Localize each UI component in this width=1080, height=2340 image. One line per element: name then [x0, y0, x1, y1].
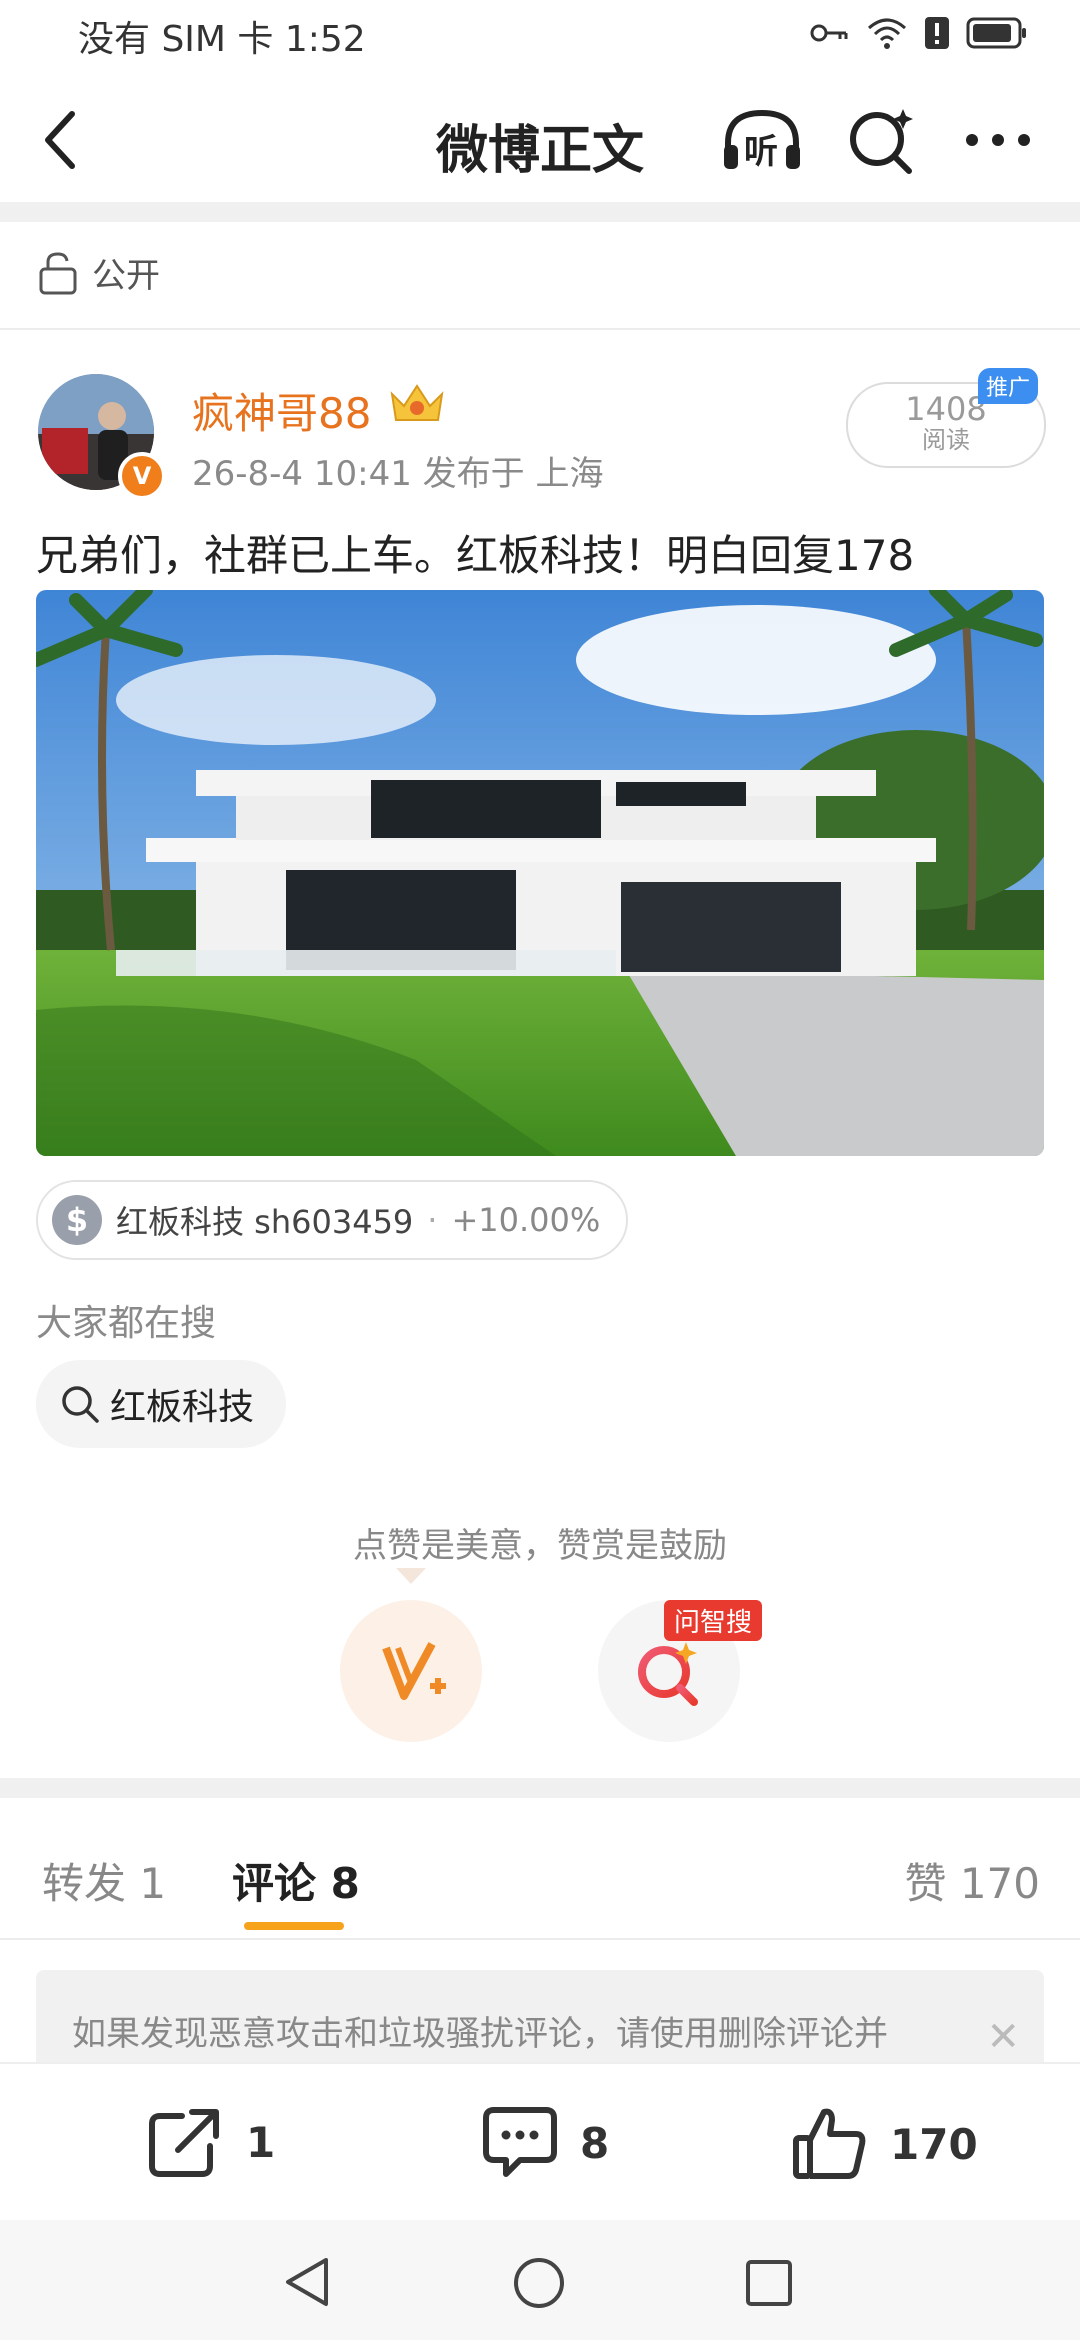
ai-search-button[interactable]	[842, 100, 922, 180]
ai-search-tag: 问智搜	[664, 1600, 763, 1641]
close-icon[interactable]: ✕	[986, 2014, 1020, 2060]
divider	[0, 328, 1080, 330]
stock-change: +10.00%	[451, 1201, 601, 1239]
search-sparkle-icon	[850, 109, 913, 174]
promo-tag: 推广	[978, 368, 1039, 404]
stock-name: 红板科技 sh603459	[116, 1203, 414, 1241]
tab-like[interactable]: 赞 170	[904, 1850, 1040, 1911]
comment-count: 8	[580, 2118, 610, 2168]
reward-button[interactable]	[340, 1600, 482, 1742]
comment-notice: 如果发现恶意攻击和垃圾骚扰评论，请使用删除评论并 ✕	[36, 1970, 1044, 2070]
tab-comment[interactable]: 评论 8	[232, 1850, 360, 1911]
repost-button[interactable]: 1	[148, 2106, 275, 2178]
reward-v-plus-icon	[382, 1642, 446, 1700]
verified-badge: V	[118, 452, 166, 500]
wifi-icon	[868, 18, 906, 49]
status-bar: 没有 SIM 卡 1:52	[0, 0, 1080, 72]
stock-separator: ·	[427, 1201, 438, 1239]
repost-count: 1	[246, 2117, 276, 2167]
nav-recents-icon[interactable]	[744, 2258, 794, 2308]
top-nav: 微博正文 听	[0, 80, 1080, 200]
like-count: 170	[890, 2119, 978, 2169]
more-dots-icon	[966, 134, 1030, 146]
unlock-icon	[39, 251, 77, 294]
post-meta: 26-8-4 10:41 发布于 上海	[192, 454, 604, 494]
trending-query-chip[interactable]: 红板科技	[36, 1360, 287, 1448]
stock-chip[interactable]: $ 红板科技 sh603459 · +10.00%	[36, 1180, 629, 1260]
read-label: 阅读	[922, 426, 970, 454]
post-text: 兄弟们，社群已上车。红板科技！明白回复178	[36, 531, 915, 580]
divider	[0, 1938, 1080, 1940]
system-nav-bar	[0, 2220, 1080, 2340]
hint-pointer-icon	[396, 1568, 426, 1584]
vip-crown-icon	[390, 384, 444, 421]
house-photo	[36, 590, 1044, 1156]
active-tab-indicator	[244, 1922, 344, 1930]
more-button[interactable]	[958, 100, 1038, 180]
key-icon	[810, 24, 848, 42]
notice-text: 如果发现恶意攻击和垃圾骚扰评论，请使用删除评论并	[72, 2014, 888, 2054]
author-name[interactable]: 疯神哥88	[192, 380, 371, 441]
reward-hint: 点赞是美意，赞赏是鼓励	[353, 1526, 727, 1566]
visibility-label: 公开	[92, 256, 160, 296]
status-carrier-time: 没有 SIM 卡 1:52	[78, 19, 366, 60]
nav-home-icon[interactable]	[512, 2256, 566, 2310]
post-image[interactable]	[36, 590, 1044, 1156]
listen-button[interactable]: 听	[720, 100, 804, 180]
search-icon	[62, 1386, 99, 1423]
comment-icon	[483, 2107, 557, 2177]
visibility-row: 公开	[38, 248, 160, 297]
battery-icon	[966, 17, 1026, 49]
trending-query: 红板科技	[110, 1387, 255, 1428]
section-divider	[0, 1778, 1080, 1798]
trending-heading: 大家都在搜	[36, 1303, 217, 1344]
status-icons	[810, 16, 1028, 50]
tab-repost[interactable]: 转发 1	[42, 1850, 166, 1911]
bottom-action-bar: 1 8 170	[0, 2062, 1080, 2220]
alert-icon	[925, 17, 949, 49]
comment-button[interactable]: 8	[482, 2106, 609, 2180]
section-divider	[0, 202, 1080, 222]
nav-back-icon[interactable]	[282, 2256, 332, 2308]
thumbs-up-icon	[793, 2108, 866, 2179]
share-icon	[149, 2109, 219, 2177]
listen-label: 听	[744, 132, 778, 172]
dollar-icon: $	[52, 1195, 102, 1245]
like-button[interactable]: 170	[792, 2106, 978, 2182]
